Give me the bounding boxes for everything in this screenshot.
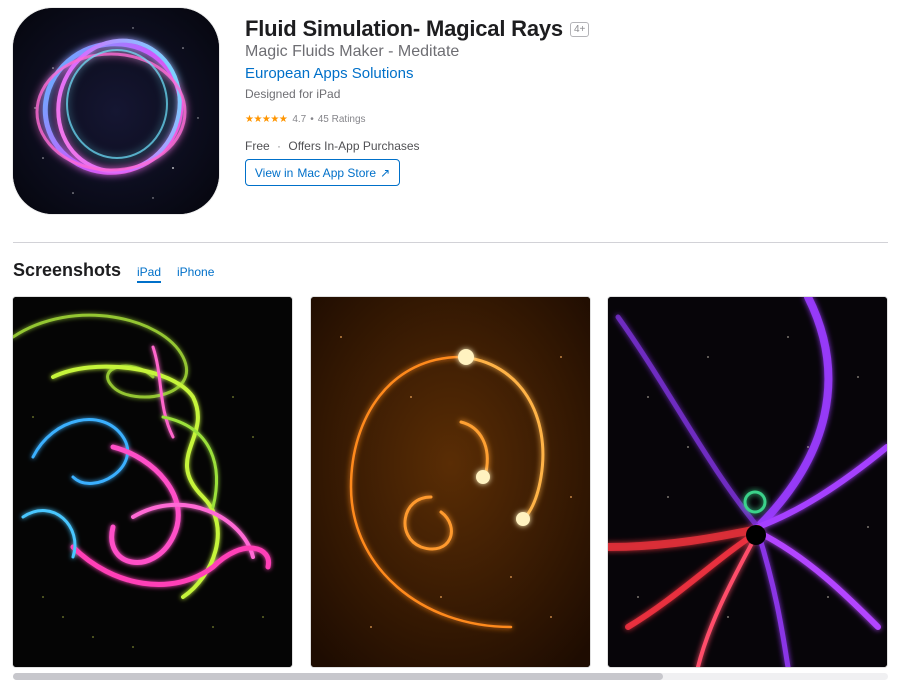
developer-link[interactable]: European Apps Solutions [245,65,413,82]
rating-row: ★★★★★ 4.7 • 45 Ratings [245,114,366,125]
section-divider [13,242,888,243]
star-rating-icon: ★★★★★ [245,114,288,125]
price-label: Free [245,139,270,153]
price-row: Free · Offers In-App Purchases [245,139,420,153]
external-link-arrow-icon: ↗ [380,165,391,180]
separator-dot: • [310,114,314,125]
in-app-purchases-label: Offers In-App Purchases [288,139,420,153]
app-subtitle: Magic Fluids Maker - Meditate [245,43,460,60]
screenshot-rainbow-fluid[interactable] [13,297,292,667]
designed-for-label: Designed for iPad [245,87,341,101]
app-icon [13,8,219,214]
rating-value: 4.7 [292,114,307,125]
tab-ipad[interactable]: iPad [137,265,162,283]
separator-dot: · [277,139,282,153]
screenshot-purple-rays[interactable] [608,297,887,667]
view-in-mac-app-store-button[interactable]: View in Mac App Store ↗ [245,159,400,186]
age-rating-badge: 4+ [569,21,590,37]
horizontal-scrollbar-thumb[interactable] [13,673,663,680]
tab-iphone[interactable]: iPhone [177,265,214,281]
rating-count: 45 Ratings [317,114,366,125]
screenshots-heading: Screenshots [13,260,122,280]
screenshot-orange-spiral[interactable] [311,297,590,667]
app-title: Fluid Simulation- Magical Rays [245,16,563,41]
title-row: Fluid Simulation- Magical Rays 4+ [245,16,590,42]
view-button-prefix: View in [254,165,294,180]
view-button-store-name: Mac App Store [297,165,377,180]
